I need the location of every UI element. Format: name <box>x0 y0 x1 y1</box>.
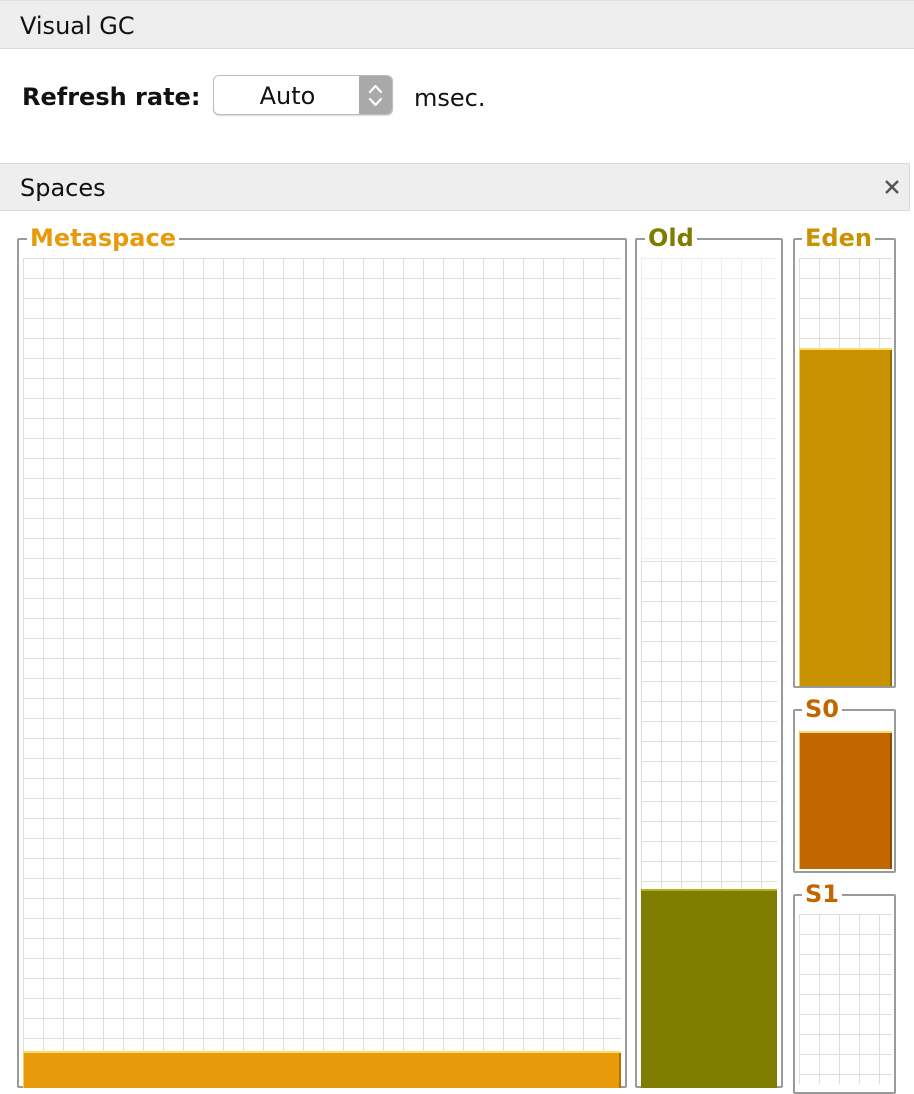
old-capacity-area <box>641 560 777 1088</box>
spaces-header: Spaces <box>0 163 910 211</box>
old-panel: Old <box>635 225 783 1088</box>
metaspace-usage-bar <box>23 1050 621 1088</box>
window-title: Visual GC <box>20 12 135 40</box>
eden-label: Eden <box>802 225 875 251</box>
refresh-rate-unit: msec. <box>414 84 486 112</box>
s0-panel: S0 <box>793 696 896 873</box>
old-label: Old <box>645 225 697 251</box>
refresh-rate-label: Refresh rate: <box>22 83 201 111</box>
metaspace-panel: Metaspace <box>17 225 627 1088</box>
eden-area <box>799 258 892 686</box>
metaspace-label: Metaspace <box>27 225 179 251</box>
old-area <box>641 258 777 1088</box>
s1-area <box>799 914 892 1084</box>
eden-usage-bar <box>799 347 892 686</box>
eden-panel: Eden <box>793 225 896 688</box>
close-icon[interactable] <box>881 176 903 198</box>
refresh-rate-spinner[interactable]: Auto <box>213 75 393 115</box>
s0-label: S0 <box>802 696 842 722</box>
s0-usage-bar <box>799 731 892 869</box>
s1-label: S1 <box>802 881 842 907</box>
metaspace-area <box>23 258 621 1088</box>
spinner-arrows-icon[interactable] <box>359 76 392 114</box>
old-usage-bar <box>641 888 777 1088</box>
refresh-rate-value[interactable]: Auto <box>214 82 361 110</box>
s0-area <box>799 731 892 869</box>
window-titlebar: Visual GC <box>0 0 914 49</box>
s1-panel: S1 <box>793 881 896 1094</box>
spaces-title: Spaces <box>20 174 106 202</box>
